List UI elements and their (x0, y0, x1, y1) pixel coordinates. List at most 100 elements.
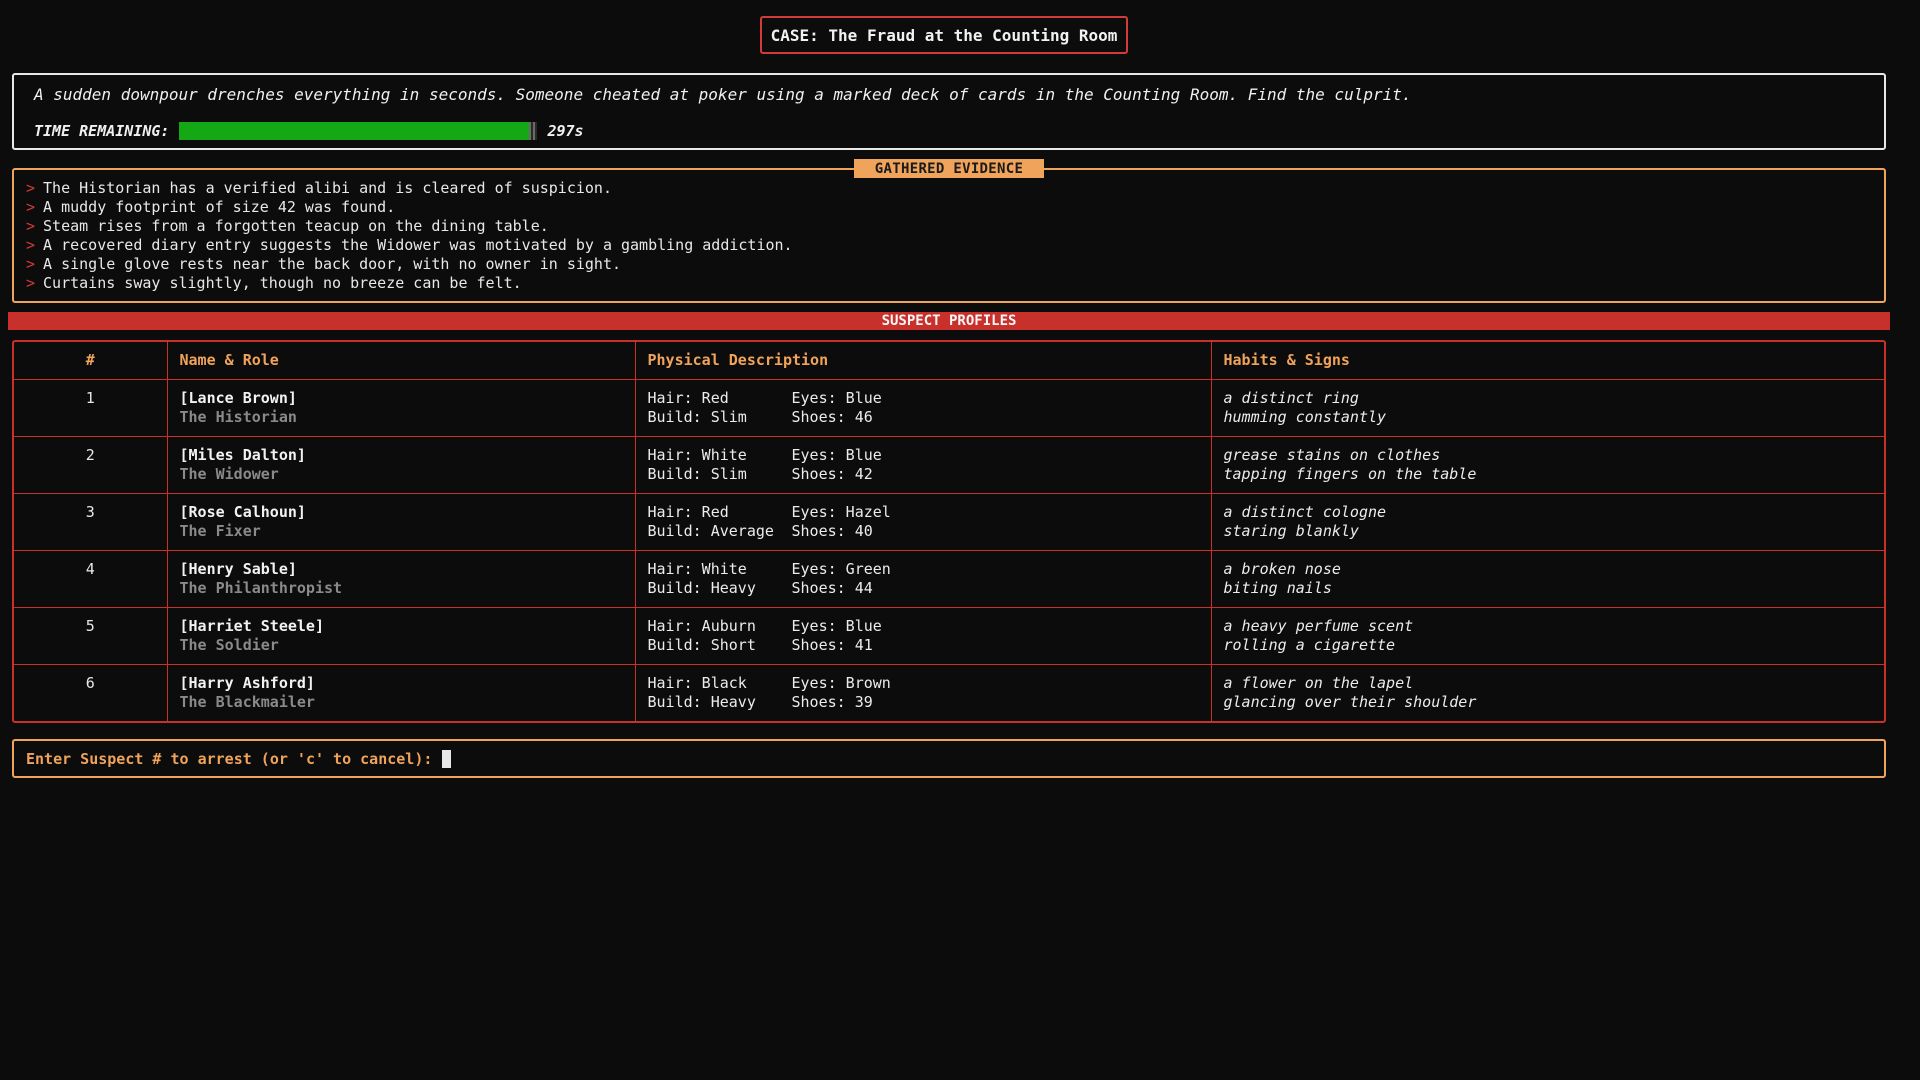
suspect-hair: Hair: Red (647, 502, 729, 521)
suspect-hair: Hair: White (647, 559, 747, 578)
suspect-habit: a flower on the lapel (1223, 673, 1414, 692)
suspect-habits: a heavy perfume scent rolling a cigarette (1210, 606, 1884, 665)
suspect-build: Build: Short (647, 635, 756, 654)
suspect-habit: rolling a cigarette (1223, 635, 1396, 654)
suspect-name: [Henry Sable] (179, 559, 297, 578)
suspect-role: The Widower (179, 464, 279, 483)
suspect-habit: a broken nose (1223, 559, 1341, 578)
evidence-list: > The Historian has a verified alibi and … (26, 179, 1872, 293)
suspect-role: The Soldier (179, 635, 279, 654)
suspect-habits: a flower on the lapel glancing over their… (1210, 663, 1884, 721)
suspect-habit: a heavy perfume scent (1223, 616, 1414, 635)
suspect-row: 2 [Miles Dalton] The Widower Hair: White Eye… (14, 435, 1884, 494)
suspect-physical: Hair: White Eyes: Blue Build: Slim Shoes: 4… (634, 435, 1212, 494)
column-header-name-role: Name & Role (166, 342, 636, 380)
suspect-shoes: Shoes: 44 (791, 578, 873, 597)
suspect-eyes: Eyes: Hazel (791, 502, 891, 521)
suspect-role: The Philanthropist (179, 578, 343, 597)
suspect-shoes: Shoes: 46 (791, 407, 873, 426)
evidence-item: > A recovered diary entry suggests the Wi… (26, 236, 1872, 255)
suspect-build: Build: Slim (647, 407, 747, 426)
prompt-chevron: > (26, 274, 36, 292)
evidence-item: > Steam rises from a forgotten teacup on … (26, 217, 1872, 236)
suspect-name: [Harry Ashford] (179, 673, 315, 692)
time-remaining-value: 297s (547, 122, 584, 140)
evidence-item: > A muddy footprint of size 42 was found. (26, 198, 1872, 217)
suspect-role: The Fixer (179, 521, 261, 540)
suspect-physical: Hair: Auburn Eyes: Blue Build: Short Shoes:… (634, 606, 1212, 665)
suspect-name-role: [Rose Calhoun] The Fixer (166, 492, 636, 551)
suspect-number: 5 (14, 606, 168, 665)
evidence-item: > The Historian has a verified alibi and … (26, 179, 1872, 198)
suspect-hair: Hair: Auburn (647, 616, 756, 635)
evidence-text: A recovered diary entry suggests the Wid… (43, 236, 793, 254)
suspect-habits: grease stains on clothes tapping fingers … (1210, 435, 1884, 494)
suspect-hair: Hair: White (647, 445, 747, 464)
suspect-row: 5 [Harriet Steele] The Soldier Hair: Auburn… (14, 606, 1884, 665)
suspect-hair: Hair: Red (647, 388, 729, 407)
evidence-text: Curtains sway slightly, though no breeze… (43, 274, 522, 292)
suspect-name: [Miles Dalton] (179, 445, 306, 464)
suspect-physical: Hair: Red Eyes: Hazel Build: Average Shoes:… (634, 492, 1212, 551)
suspect-habits: a distinct cologne staring blankly (1210, 492, 1884, 551)
evidence-text: The Historian has a verified alibi and i… (43, 179, 612, 197)
text-cursor (442, 749, 452, 768)
suspect-number: 1 (14, 378, 168, 437)
suspect-habit: a distinct ring (1223, 388, 1359, 407)
suspect-eyes: Eyes: Brown (791, 673, 891, 692)
prompt-chevron: > (26, 236, 36, 254)
suspect-habit: biting nails (1223, 578, 1332, 597)
prompt-chevron: > (26, 179, 36, 197)
suspect-shoes: Shoes: 40 (791, 521, 873, 540)
suspect-name-role: [Henry Sable] The Philanthropist (166, 549, 636, 608)
suspect-role: The Blackmailer (179, 692, 315, 711)
case-description: A sudden downpour drenches everything in… (34, 85, 1412, 104)
suspect-name: [Lance Brown] (179, 388, 297, 407)
suspect-hair: Hair: Black (647, 673, 747, 692)
suspect-number: 4 (14, 549, 168, 608)
suspect-table: # Name & Role Physical Description Habit… (12, 340, 1886, 723)
suspect-shoes: Shoes: 42 (791, 464, 873, 483)
suspect-name: [Harriet Steele] (179, 616, 325, 635)
suspect-eyes: Eyes: Green (791, 559, 891, 578)
suspect-name: [Rose Calhoun] (179, 502, 306, 521)
suspect-physical: Hair: Red Eyes: Blue Build: Slim Shoes: 46 (634, 378, 1212, 437)
suspect-name-role: [Harriet Steele] The Soldier (166, 606, 636, 665)
suspect-build: Build: Slim (647, 464, 747, 483)
suspect-eyes: Eyes: Blue (791, 388, 882, 407)
suspect-eyes: Eyes: Blue (791, 616, 882, 635)
suspect-row: 3 [Rose Calhoun] The Fixer Hair: Red Eyes: H… (14, 492, 1884, 551)
evidence-header: GATHERED EVIDENCE (854, 159, 1044, 178)
time-remaining-fill (179, 122, 531, 140)
intro-panel: A sudden downpour drenches everything in… (12, 73, 1886, 150)
suspect-role: The Historian (179, 407, 297, 426)
arrest-input-field[interactable]: Enter Suspect # to arrest (or 'c' to can… (12, 739, 1886, 778)
suspect-name-role: [Harry Ashford] The Blackmailer (166, 663, 636, 721)
evidence-panel: > The Historian has a verified alibi and … (12, 168, 1886, 303)
column-header-number: # (14, 342, 168, 380)
suspect-name-role: [Lance Brown] The Historian (166, 378, 636, 437)
suspect-habit: grease stains on clothes (1223, 445, 1441, 464)
suspect-name-role: [Miles Dalton] The Widower (166, 435, 636, 494)
arrest-prompt: Enter Suspect # to arrest (or 'c' to can… (26, 749, 433, 768)
suspect-shoes: Shoes: 41 (791, 635, 873, 654)
suspect-habits: a broken nose biting nails (1210, 549, 1884, 608)
suspect-eyes: Eyes: Blue (791, 445, 882, 464)
suspect-habit: tapping fingers on the table (1223, 464, 1477, 483)
suspect-number: 3 (14, 492, 168, 551)
suspect-habit: staring blankly (1223, 521, 1359, 540)
timer-row: TIME REMAINING: 297s (34, 122, 1864, 140)
case-title: CASE: The Fraud at the Counting Room (760, 16, 1128, 54)
suspect-habits: a distinct ring humming constantly (1210, 378, 1884, 437)
suspect-number: 2 (14, 435, 168, 494)
suspect-habit: humming constantly (1223, 407, 1387, 426)
suspect-build: Build: Heavy (647, 692, 756, 711)
evidence-text: A single glove rests near the back door,… (43, 255, 621, 273)
prompt-chevron: > (26, 255, 36, 273)
suspect-physical: Hair: Black Eyes: Brown Build: Heavy Shoes:… (634, 663, 1212, 721)
suspect-number: 6 (14, 663, 168, 721)
evidence-text: A muddy footprint of size 42 was found. (43, 198, 396, 216)
suspect-profiles-banner: SUSPECT PROFILES (8, 312, 1890, 330)
column-header-habits: Habits & Signs (1210, 342, 1884, 380)
suspect-build: Build: Heavy (647, 578, 756, 597)
